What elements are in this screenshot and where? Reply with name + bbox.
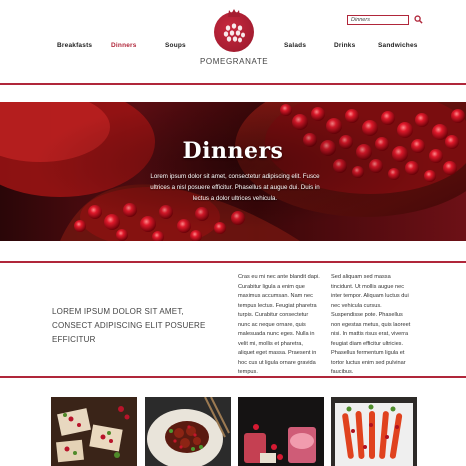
logo-seeds-icon (223, 23, 245, 43)
nav-item-dinners[interactable]: Dinners (111, 42, 137, 49)
search-icon[interactable] (414, 15, 423, 24)
nav-item-soups[interactable]: Soups (165, 42, 186, 49)
hero-banner: Dinners Lorem ipsum dolor sit amet, cons… (0, 102, 466, 241)
recipe-thumbnail-2[interactable] (145, 397, 231, 466)
logo-crown-icon (228, 9, 240, 17)
nav-item-salads[interactable]: Salads (284, 42, 306, 49)
intro-bottom-divider (0, 376, 466, 378)
hero-text: Lorem ipsum dolor sit amet, consectetur … (150, 173, 320, 202)
recipe-thumbnail-4[interactable] (331, 397, 417, 466)
intro-top-divider (0, 261, 466, 263)
recipe-thumbnail-3[interactable] (238, 397, 324, 466)
site-header: Breakfasts Dinners Soups Salads Drinks S… (0, 0, 466, 82)
recipe-image-3 (238, 397, 324, 466)
intro-column-1: Cras eu mi nec ante blandit dapi. Curabi… (238, 274, 320, 375)
intro-heading: LOREM IPSUM DOLOR SIT AMET, CONSECT ADIP… (52, 307, 206, 344)
recipe-image-1 (51, 397, 137, 466)
nav-item-breakfasts[interactable]: Breakfasts (57, 42, 92, 49)
logo-text: POMEGRANATE (200, 57, 269, 66)
recipe-image-4 (331, 397, 417, 466)
search-input[interactable]: Dinners (347, 15, 409, 25)
nav-item-drinks[interactable]: Drinks (334, 42, 355, 49)
recipe-thumbnail-1[interactable] (51, 397, 137, 466)
recipe-image-2 (145, 397, 231, 466)
header-divider (0, 83, 466, 85)
nav-item-sandwiches[interactable]: Sandwiches (378, 42, 418, 49)
intro-column-2: Sed aliquam sed massa tincidunt. Ut moll… (331, 274, 411, 375)
hero-title: Dinners (182, 138, 284, 164)
